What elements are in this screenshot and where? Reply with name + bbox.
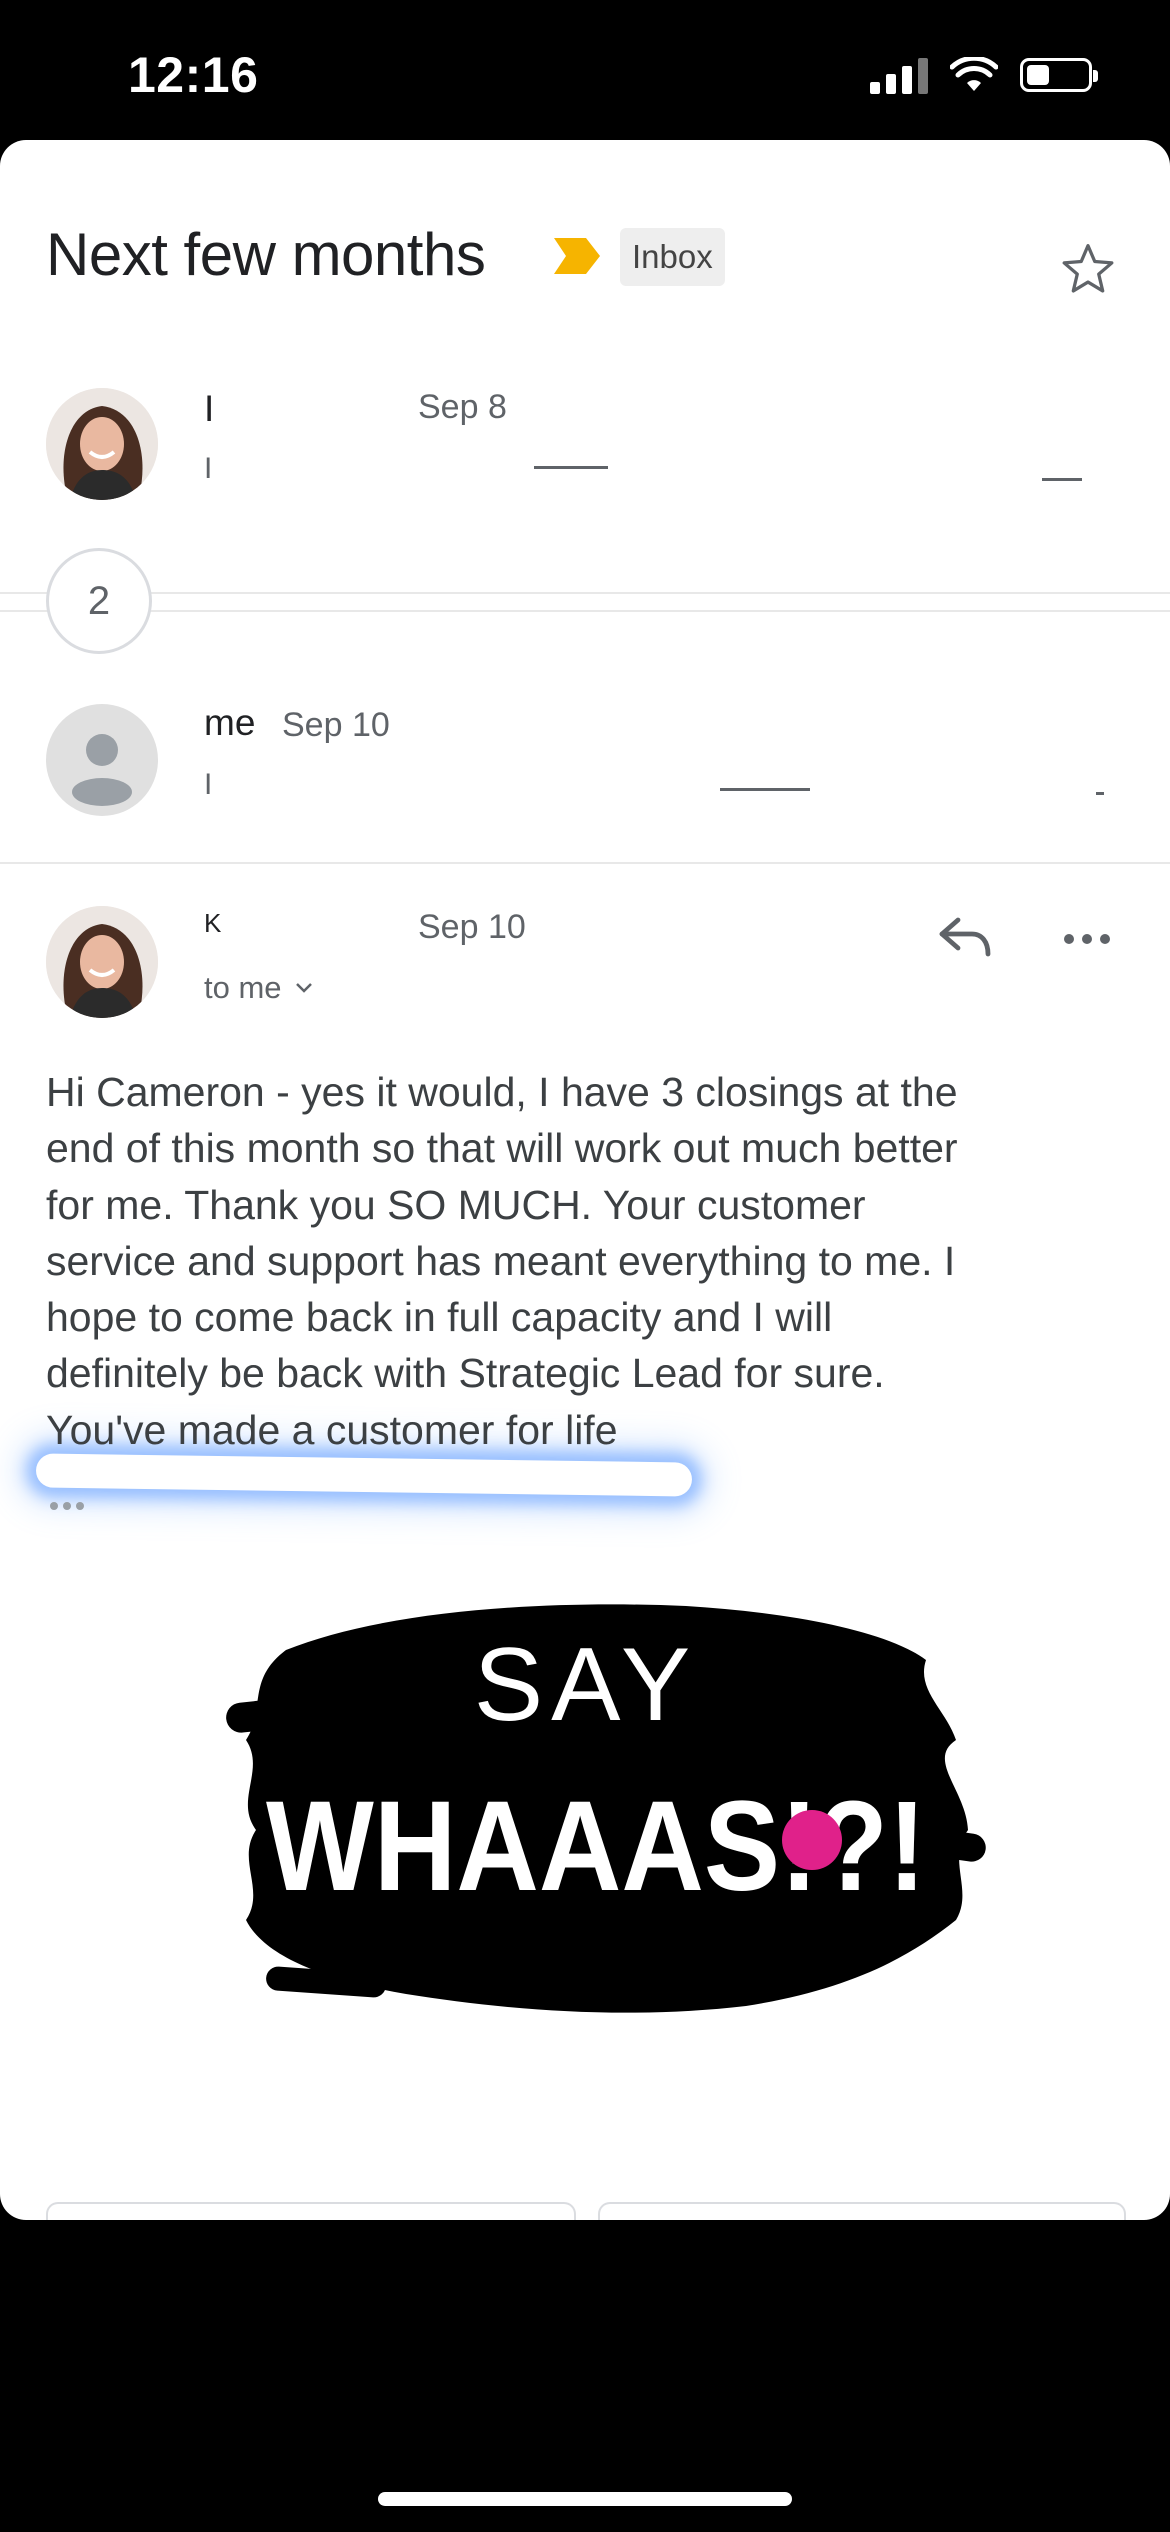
message-date: Sep 8 (418, 388, 507, 426)
highlight-underline (35, 1453, 693, 1497)
status-icons (870, 56, 1098, 94)
status-bar: 12:16 (0, 0, 1170, 140)
message-divider (0, 862, 1170, 864)
inbox-label-chip[interactable]: Inbox (620, 228, 725, 286)
body-line: end of this month so that will work out … (46, 1125, 958, 1172)
snippet-fragment (720, 788, 810, 791)
battery-icon (1020, 58, 1098, 92)
my-avatar[interactable] (46, 704, 158, 816)
message-date: Sep 10 (282, 706, 390, 744)
recipient-toggle[interactable]: to me (204, 970, 314, 1006)
body-line: hope to come back in full capacity and I… (46, 1294, 833, 1341)
collapsed-divider (0, 592, 1170, 594)
reply-icon[interactable] (936, 912, 996, 962)
sticker-accent-mark (782, 1810, 842, 1870)
snippet-fragment (1042, 478, 1082, 481)
forward-card[interactable] (598, 2202, 1126, 2220)
default-person-icon (72, 734, 132, 806)
reply-card[interactable] (46, 2202, 576, 2220)
message-sender: me (204, 702, 256, 743)
sender-avatar[interactable] (46, 388, 158, 500)
email-thread-view: Next few months Inbox I Sep 8 I 2 me Sep… (0, 140, 1170, 2220)
body-line: service and support has meant everything… (46, 1237, 956, 1284)
collapsed-divider (0, 610, 1170, 612)
more-options-icon[interactable] (1062, 932, 1112, 946)
message-snippet: I (204, 768, 213, 801)
body-line: Hi Cameron - yes it would, I have 3 clos… (46, 1069, 958, 1115)
message-sender: K (204, 908, 222, 938)
person-photo-icon (46, 388, 158, 500)
show-trimmed-content-button[interactable] (50, 1502, 84, 1510)
cellular-signal-icon (870, 56, 928, 94)
message-sender: I (204, 388, 215, 429)
importance-marker-icon[interactable] (552, 236, 602, 276)
say-whaaas-sticker: SAY WHAAAS!?! (226, 1604, 986, 2013)
collapsed-messages-count[interactable]: 2 (46, 548, 152, 654)
snippet-fragment (534, 466, 608, 469)
body-line: You've made a customer for life (46, 1406, 618, 1453)
sender-avatar[interactable] (46, 906, 158, 1018)
wifi-icon (950, 57, 998, 91)
snippet-fragment (1096, 792, 1104, 795)
thread-subject: Next few months (46, 221, 486, 288)
star-icon[interactable] (1060, 242, 1116, 296)
chevron-down-icon (295, 983, 312, 993)
message-body: Hi Cameron - yes it would, I have 3 clos… (46, 1064, 1126, 1458)
recipient-text: to me (204, 970, 282, 1005)
sticker-line-say: SAY (474, 1627, 698, 1743)
message-snippet: I (204, 452, 213, 485)
message-date: Sep 10 (418, 908, 526, 946)
body-line: definitely be back with Strategic Lead f… (46, 1350, 885, 1397)
person-photo-icon (46, 906, 158, 1018)
home-indicator[interactable] (378, 2492, 792, 2506)
body-line: for me. Thank you SO MUCH. Your customer (46, 1181, 866, 1228)
status-time: 12:16 (128, 47, 259, 103)
